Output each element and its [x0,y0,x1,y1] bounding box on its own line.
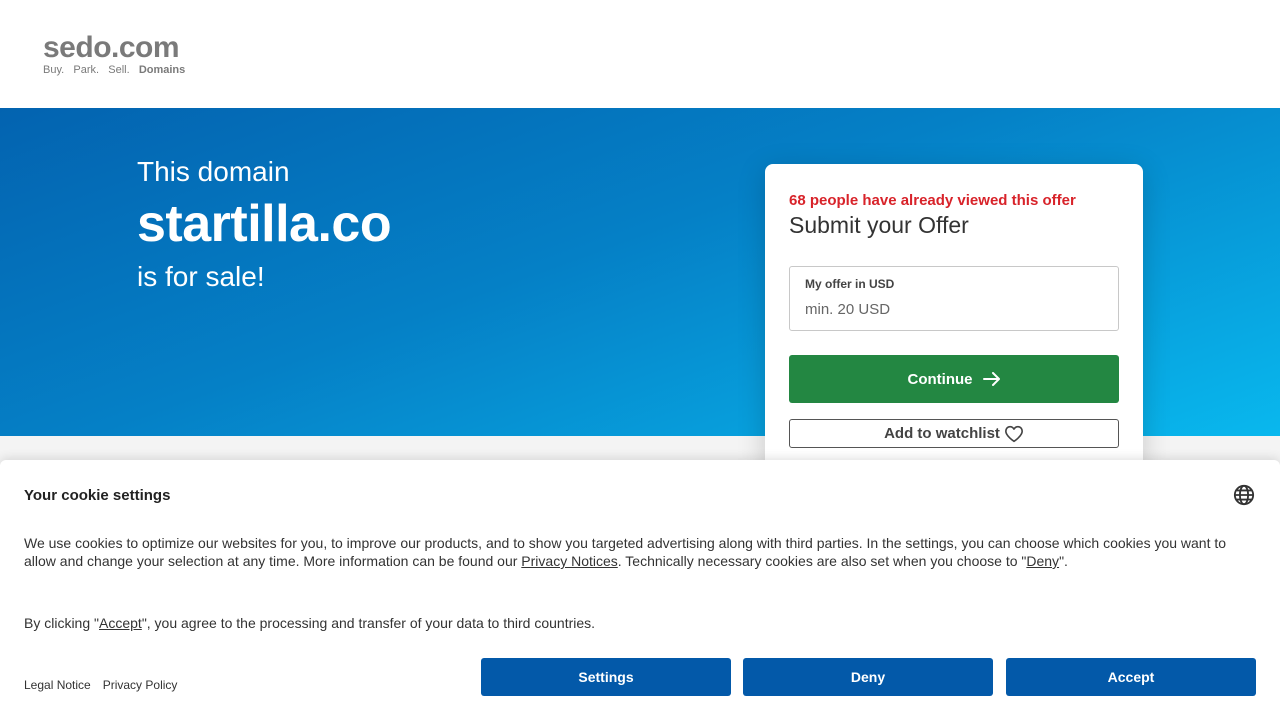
offer-card: 68 people have already viewed this offer… [765,164,1143,474]
accept-note-part1: By clicking " [24,615,99,631]
accept-link[interactable]: Accept [99,615,142,631]
logo-tag-park: Park. [73,64,100,76]
site-header: sedo.com Buy. Park. Sell. Domains [0,0,1280,108]
sedo-logo[interactable]: sedo.com Buy. Park. Sell. Domains [43,33,203,77]
offer-field-box[interactable]: My offer in USD [789,266,1119,331]
logo-wordmark: sedo.com [43,31,180,64]
arrow-right-icon [982,372,1000,386]
deny-button[interactable]: Deny [743,658,993,696]
cookie-accept-note: By clicking "Accept", you agree to the p… [24,615,595,631]
logo-tag-domains: Domains [138,64,186,76]
offer-input[interactable] [805,297,1105,321]
privacy-notices-link[interactable]: Privacy Notices [521,553,617,569]
deny-link[interactable]: Deny [1026,553,1059,569]
cookie-title: Your cookie settings [24,487,171,504]
cookie-description: We use cookies to optimize our websites … [24,534,1244,570]
accept-note-part2: ", you agree to the processing and trans… [141,615,596,631]
accept-button[interactable]: Accept [1006,658,1256,696]
hero-pretext: This domain [137,156,290,187]
settings-button[interactable]: Settings [481,658,731,696]
continue-label: Continue [907,370,973,388]
privacy-policy-link[interactable]: Privacy Policy [103,678,178,692]
cookie-text-part3: ". [1059,553,1068,569]
domain-name: startilla.co [137,195,392,253]
watchlist-label: Add to watchlist [884,425,1000,442]
globe-icon[interactable] [1233,484,1255,506]
offer-field-label: My offer in USD [805,277,895,291]
add-to-watchlist-button[interactable]: Add to watchlist [789,419,1119,448]
offer-card-title: Submit your Offer [789,212,969,238]
logo-tagline: Buy. Park. Sell. Domains [43,64,203,76]
cookie-text-part2: . Technically necessary cookies are also… [617,553,1027,569]
hero-posttext: is for sale! [137,261,265,292]
cookie-banner: Your cookie settings We use cookies to o… [0,460,1280,720]
continue-button[interactable]: Continue [789,355,1119,403]
heart-icon [1004,425,1023,442]
views-notice: 68 people have already viewed this offer [789,192,1076,209]
logo-tag-sell: Sell. [108,64,130,76]
cookie-footer-links: Legal Notice Privacy Policy [24,678,177,692]
logo-tag-buy: Buy. [43,64,65,76]
legal-notice-link[interactable]: Legal Notice [24,678,91,692]
